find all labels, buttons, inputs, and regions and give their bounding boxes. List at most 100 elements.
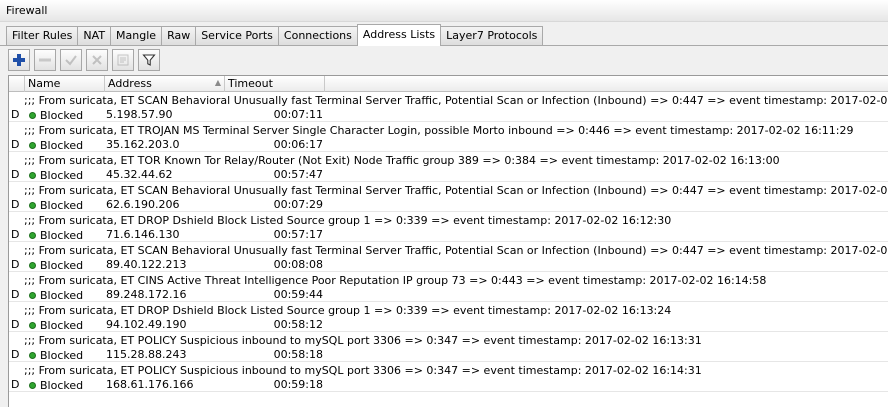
funnel-icon <box>142 54 156 66</box>
tab-mangle[interactable]: Mangle <box>110 26 163 46</box>
dynamic-flag: D <box>11 168 20 181</box>
status-dot-icon <box>29 232 36 239</box>
tab-bar: Filter Rules NAT Mangle Raw Service Port… <box>6 24 544 46</box>
list-name: Blocked <box>40 168 84 182</box>
comment-row[interactable]: ;;; From suricata, ET TROJAN MS Terminal… <box>9 122 888 137</box>
tab-service-ports[interactable]: Service Ports <box>195 26 279 46</box>
timeout-cell: 00:57:17 <box>273 228 323 241</box>
list-name-cell: Blocked <box>25 197 105 212</box>
status-dot-icon <box>29 382 36 389</box>
comment-row[interactable]: ;;; From suricata, ET SCAN Behavioral Un… <box>9 242 888 257</box>
list-name-cell: Blocked <box>25 317 105 332</box>
address-cell: 45.32.44.62 <box>106 168 173 181</box>
header-flag[interactable] <box>9 76 25 92</box>
address-cell: 94.102.49.190 <box>106 318 187 331</box>
disable-button[interactable] <box>86 49 108 71</box>
status-dot-icon <box>29 352 36 359</box>
timeout-cell: 00:07:11 <box>273 108 323 121</box>
status-dot-icon <box>29 172 36 179</box>
tab-divider <box>0 45 888 46</box>
header-name[interactable]: Name <box>25 76 105 92</box>
address-cell: 62.6.190.206 <box>106 198 180 211</box>
comment-row[interactable]: ;;; From suricata, ET TOR Known Tor Rela… <box>9 152 888 167</box>
x-icon <box>92 55 102 65</box>
list-name-cell: Blocked <box>25 107 105 122</box>
table-row[interactable]: D Blocked 45.32.44.62 00:57:47 <box>9 167 888 182</box>
list-name-cell: Blocked <box>25 137 105 152</box>
table-row[interactable]: D Blocked 62.6.190.206 00:07:29 <box>9 197 888 212</box>
tab-layer7-protocols[interactable]: Layer7 Protocols <box>440 26 544 46</box>
list-name: Blocked <box>40 198 84 212</box>
enable-button[interactable] <box>60 49 82 71</box>
table-row[interactable]: D Blocked 89.40.122.213 00:08:08 <box>9 257 888 272</box>
table-row[interactable]: D Blocked 89.248.172.16 00:59:44 <box>9 287 888 302</box>
add-button[interactable] <box>8 49 30 71</box>
table-body: ;;; From suricata, ET SCAN Behavioral Un… <box>9 92 888 392</box>
table-row[interactable]: D Blocked 94.102.49.190 00:58:12 <box>9 317 888 332</box>
remove-button[interactable] <box>34 49 56 71</box>
tab-filter-rules[interactable]: Filter Rules <box>6 26 79 46</box>
timeout-cell: 00:07:29 <box>273 198 323 211</box>
address-cell: 5.198.57.90 <box>106 108 173 121</box>
status-dot-icon <box>29 142 36 149</box>
comment-row[interactable]: ;;; From suricata, ET DROP Dshield Block… <box>9 212 888 227</box>
address-cell: 115.28.88.243 <box>106 348 187 361</box>
comment-button[interactable] <box>112 49 134 71</box>
comment-row[interactable]: ;;; From suricata, ET POLICY Suspicious … <box>9 332 888 347</box>
header-address-label: Address <box>108 77 152 90</box>
list-name: Blocked <box>40 348 84 362</box>
status-dot-icon <box>29 262 36 269</box>
table-row[interactable]: D Blocked 115.28.88.243 00:58:18 <box>9 347 888 362</box>
status-dot-icon <box>29 202 36 209</box>
table-header: Name Address ▲ Timeout <box>9 76 888 92</box>
comment-row[interactable]: ;;; From suricata, ET SCAN Behavioral Un… <box>9 182 888 197</box>
table-row[interactable]: D Blocked 168.61.176.166 00:59:18 <box>9 377 888 392</box>
address-cell: 168.61.176.166 <box>106 378 194 391</box>
table-row[interactable]: D Blocked 71.6.146.130 00:57:17 <box>9 227 888 242</box>
list-name-cell: Blocked <box>25 377 105 392</box>
plus-icon <box>13 54 25 66</box>
note-icon <box>117 54 129 66</box>
list-name-cell: Blocked <box>25 167 105 182</box>
tab-raw[interactable]: Raw <box>161 26 197 46</box>
header-filler <box>325 76 888 92</box>
list-name: Blocked <box>40 288 84 302</box>
table-row[interactable]: D Blocked 35.162.203.0 00:06:17 <box>9 137 888 152</box>
dynamic-flag: D <box>11 348 20 361</box>
timeout-cell: 00:06:17 <box>273 138 323 151</box>
address-cell: 89.40.122.213 <box>106 258 187 271</box>
list-name: Blocked <box>40 228 84 242</box>
address-cell: 35.162.203.0 <box>106 138 180 151</box>
dynamic-flag: D <box>11 258 20 271</box>
list-name: Blocked <box>40 258 84 272</box>
tab-address-lists[interactable]: Address Lists <box>356 24 442 46</box>
timeout-cell: 00:08:08 <box>273 258 323 271</box>
dynamic-flag: D <box>11 138 20 151</box>
dynamic-flag: D <box>11 108 20 121</box>
timeout-cell: 00:59:18 <box>273 378 323 391</box>
comment-row[interactable]: ;;; From suricata, ET CINS Active Threat… <box>9 272 888 287</box>
comment-row[interactable]: ;;; From suricata, ET SCAN Behavioral Un… <box>9 92 888 107</box>
filter-button[interactable] <box>138 49 160 71</box>
list-name-cell: Blocked <box>25 227 105 242</box>
timeout-cell: 00:59:44 <box>273 288 323 301</box>
dynamic-flag: D <box>11 288 20 301</box>
status-dot-icon <box>29 292 36 299</box>
timeout-cell: 00:58:12 <box>273 318 323 331</box>
timeout-cell: 00:58:18 <box>273 348 323 361</box>
address-cell: 89.248.172.16 <box>106 288 187 301</box>
list-name: Blocked <box>40 108 84 122</box>
tab-nat[interactable]: NAT <box>77 26 112 46</box>
check-icon <box>65 55 77 66</box>
tab-connections[interactable]: Connections <box>277 26 358 46</box>
comment-row[interactable]: ;;; From suricata, ET POLICY Suspicious … <box>9 362 888 377</box>
list-name: Blocked <box>40 138 84 152</box>
list-name: Blocked <box>40 318 84 332</box>
header-timeout[interactable]: Timeout <box>225 76 325 92</box>
header-address[interactable]: Address ▲ <box>105 76 225 92</box>
dynamic-flag: D <box>11 318 20 331</box>
timeout-cell: 00:57:47 <box>273 168 323 181</box>
comment-row[interactable]: ;;; From suricata, ET DROP Dshield Block… <box>9 302 888 317</box>
dynamic-flag: D <box>11 198 20 211</box>
table-row[interactable]: D Blocked 5.198.57.90 00:07:11 <box>9 107 888 122</box>
